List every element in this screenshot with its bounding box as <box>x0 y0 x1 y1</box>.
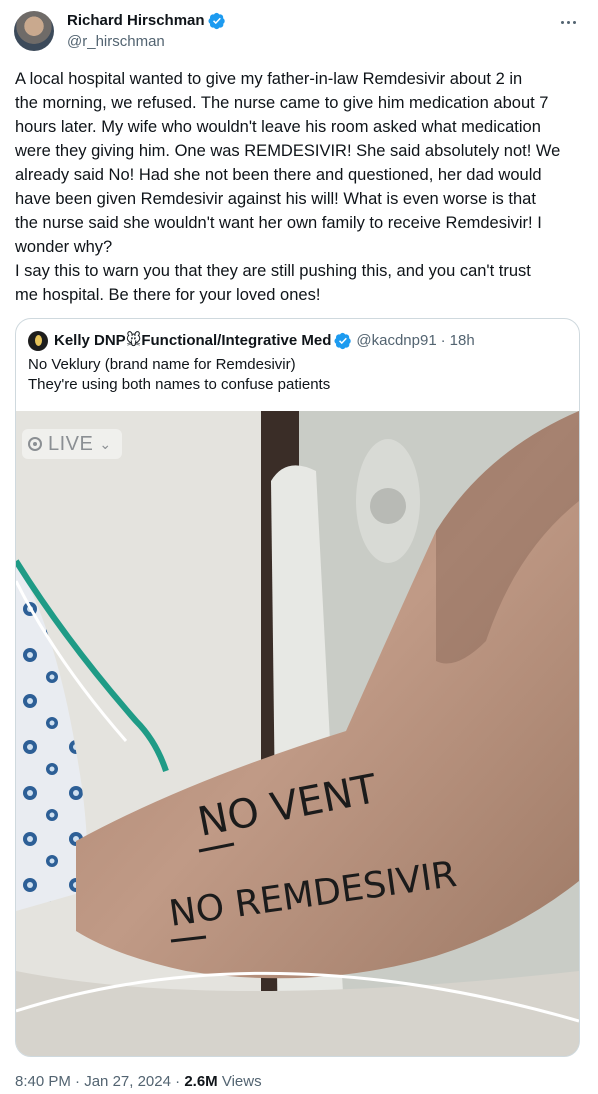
verified-badge-icon <box>334 332 352 350</box>
author-name[interactable]: Richard Hirschman <box>67 11 205 31</box>
quoted-tweet-text: No Veklury (brand name for Remdesivir) T… <box>28 356 331 393</box>
quoted-tweet-header: Kelly DNP🐭Functional/Integrative Med @ka… <box>28 331 475 351</box>
author-name-row: Richard Hirschman <box>67 11 226 31</box>
quoted-time: 18h <box>449 332 475 349</box>
views-count: 2.6M <box>184 1073 218 1090</box>
live-badge: LIVE ⌄ <box>22 429 122 459</box>
verified-badge-icon <box>208 12 225 30</box>
photo-illustration: NO VENT NO REMDESIVIR <box>16 411 579 1056</box>
live-broadcast-icon <box>28 437 42 451</box>
more-dots-icon[interactable] <box>554 12 582 32</box>
separator-dot: · <box>75 1073 81 1090</box>
live-label: LIVE <box>48 432 94 455</box>
tweet-time[interactable]: 8:40 PM <box>15 1073 71 1090</box>
quoted-author-avatar <box>28 331 48 351</box>
mouse-emoji-icon: 🐭 <box>125 332 142 349</box>
tweet-meta: 8:40 PM · Jan 27, 2024 · 2.6M Views <box>15 1072 262 1092</box>
tweet-author-avatar[interactable] <box>14 11 54 51</box>
tweet-date[interactable]: Jan 27, 2024 <box>84 1073 171 1090</box>
quoted-tweet-photo[interactable]: NO VENT NO REMDESIVIR LIVE ⌄ <box>16 411 579 1056</box>
quoted-author-name: Kelly DNP🐭Functional/Integrative Med <box>54 332 332 349</box>
chevron-down-icon: ⌄ <box>99 435 112 452</box>
quoted-tweet[interactable]: Kelly DNP🐭Functional/Integrative Med @ka… <box>15 318 580 1057</box>
separator-dot: · <box>175 1073 181 1090</box>
author-handle[interactable]: @r_hirschman <box>67 32 165 52</box>
tweet-text: A local hospital wanted to give my fathe… <box>15 70 561 304</box>
separator-dot: · <box>440 332 446 349</box>
quoted-author-handle: @kacdnp91 <box>356 332 437 349</box>
views-label: Views <box>221 1073 262 1090</box>
